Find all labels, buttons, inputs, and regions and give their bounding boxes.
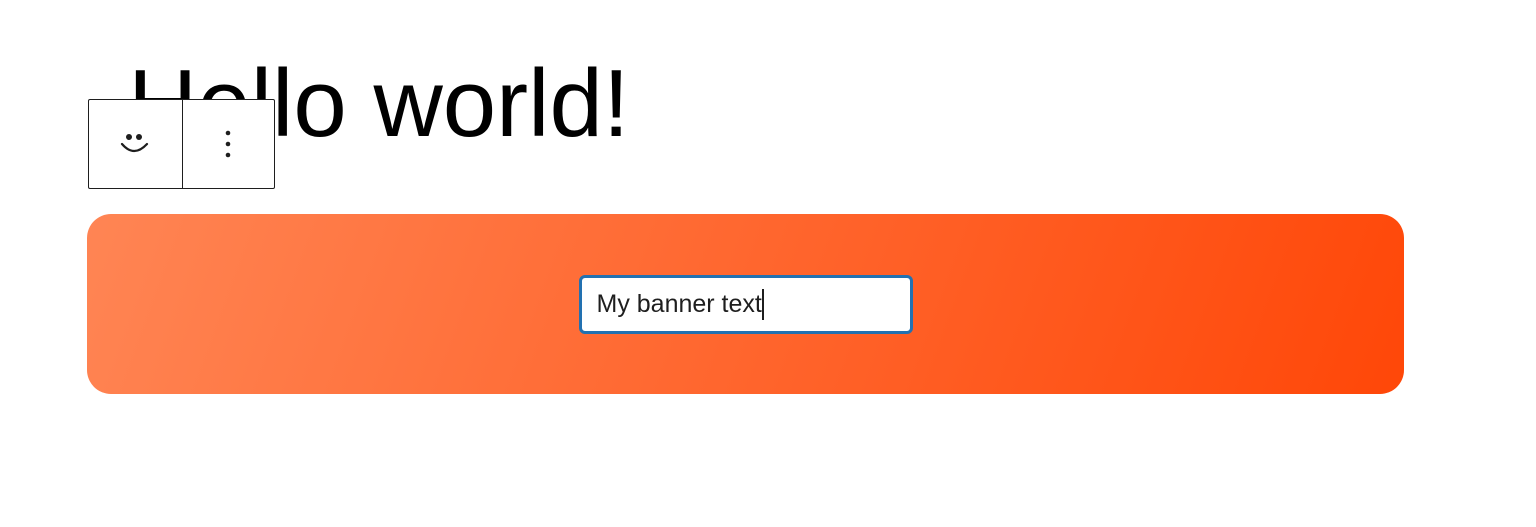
editor-canvas: Hello world! My banner text [0,0,1536,527]
block-toolbar [88,99,275,189]
text-caret [761,289,764,320]
block-type-button[interactable] [89,100,182,188]
smiley-face-icon [118,127,152,161]
banner-text-field[interactable]: My banner text [578,275,913,334]
more-vertical-icon [224,127,232,161]
banner-text[interactable]: My banner text [597,290,762,319]
banner-block[interactable]: My banner text [87,214,1404,394]
block-options-button[interactable] [181,100,275,188]
